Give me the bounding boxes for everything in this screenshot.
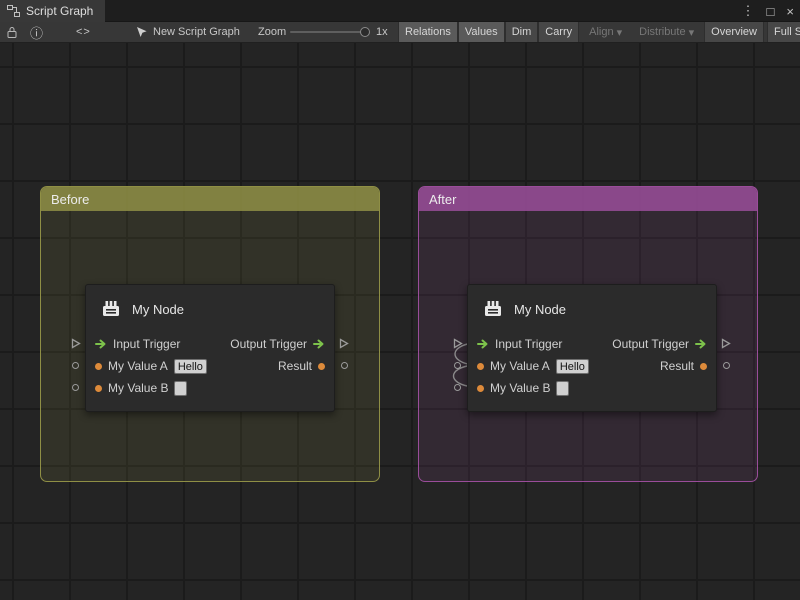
trigger-row: Input Trigger Output Trigger <box>86 333 334 355</box>
node-header[interactable]: My Node <box>86 285 334 333</box>
group-title: After <box>429 192 456 207</box>
window-menu-icon[interactable]: ⋮ <box>742 3 755 19</box>
align-dropdown[interactable]: Align ▾ <box>582 22 629 42</box>
output-trigger-port[interactable] <box>313 339 325 349</box>
external-trigger-in-port[interactable] <box>71 338 81 349</box>
dim-button[interactable]: Dim <box>505 22 539 42</box>
value-a-input[interactable]: Hello <box>174 359 207 374</box>
zoom-slider-knob[interactable] <box>360 27 370 37</box>
input-trigger-label: Input Trigger <box>495 337 562 351</box>
external-value-a-port[interactable] <box>454 362 461 369</box>
input-trigger-label: Input Trigger <box>113 337 180 351</box>
distribute-dropdown[interactable]: Distribute ▾ <box>632 22 701 42</box>
value-a-label: My Value A <box>490 359 550 373</box>
relations-button[interactable]: Relations <box>398 22 458 42</box>
zoom-slider[interactable] <box>290 22 368 42</box>
external-trigger-out-port[interactable] <box>721 338 731 349</box>
value-b-label: My Value B <box>108 381 168 395</box>
output-trigger-label: Output Trigger <box>612 337 689 351</box>
output-trigger-port[interactable] <box>695 339 707 349</box>
overview-button[interactable]: Overview <box>704 22 764 42</box>
external-value-b-port[interactable] <box>454 384 461 391</box>
value-b-row: My Value B <box>468 377 716 399</box>
script-graph-window: Script Graph ⋮ □ × ⓘ <> New Script Graph <box>0 0 800 600</box>
tab-script-graph[interactable]: Script Graph <box>0 0 105 22</box>
node-title: My Node <box>514 302 566 317</box>
node-title: My Node <box>132 302 184 317</box>
result-port[interactable] <box>700 363 707 370</box>
tab-title: Script Graph <box>26 4 93 18</box>
value-a-port[interactable] <box>477 363 484 370</box>
graph-selector[interactable]: New Script Graph <box>136 22 240 42</box>
chevron-down-icon: ▾ <box>689 26 695 39</box>
graph-toolbar: ⓘ <> New Script Graph Zoom 1x Relations <box>0 22 800 43</box>
trigger-row: Input Trigger Output Trigger <box>468 333 716 355</box>
node-header[interactable]: My Node <box>468 285 716 333</box>
group-before-header[interactable]: Before <box>41 187 379 211</box>
graph-name: New Script Graph <box>153 26 240 38</box>
graph-asset-icon <box>136 26 147 38</box>
lock-icon[interactable] <box>7 22 17 42</box>
external-result-port[interactable] <box>341 362 348 369</box>
code-icon[interactable]: <> <box>76 22 91 42</box>
zoom-slider-track[interactable] <box>290 31 368 33</box>
zoom-value: 1x <box>376 22 388 42</box>
script-graph-icon <box>7 5 20 17</box>
zoom-label: Zoom <box>258 22 286 42</box>
group-after-header[interactable]: After <box>419 187 757 211</box>
result-label: Result <box>660 359 694 373</box>
external-result-port[interactable] <box>723 362 730 369</box>
value-a-row: My Value A Hello Result <box>86 355 334 377</box>
result-label: Result <box>278 359 312 373</box>
external-value-a-port[interactable] <box>72 362 79 369</box>
value-b-input[interactable] <box>556 381 569 396</box>
external-value-b-port[interactable] <box>72 384 79 391</box>
value-a-port[interactable] <box>95 363 102 370</box>
chevron-down-icon: ▾ <box>617 26 623 39</box>
external-trigger-out-port[interactable] <box>339 338 349 349</box>
value-b-input[interactable] <box>174 381 187 396</box>
output-trigger-label: Output Trigger <box>230 337 307 351</box>
tab-strip: Script Graph ⋮ □ × <box>0 0 800 22</box>
value-a-row: My Value A Hello Result <box>468 355 716 377</box>
graph-canvas[interactable]: Before After My <box>0 43 800 600</box>
input-trigger-port[interactable] <box>95 339 107 349</box>
input-trigger-port[interactable] <box>477 339 489 349</box>
node-my-node-after[interactable]: My Node Input Trigger Output Trigger My … <box>467 284 717 412</box>
carry-button[interactable]: Carry <box>538 22 579 42</box>
value-b-port[interactable] <box>477 385 484 392</box>
result-port[interactable] <box>318 363 325 370</box>
value-b-row: My Value B <box>86 377 334 399</box>
flow-machine-icon <box>100 298 122 320</box>
toolbar-buttons: Relations Values Dim Carry Align ▾ Distr… <box>398 22 800 42</box>
close-icon[interactable]: × <box>786 4 794 19</box>
value-a-input[interactable]: Hello <box>556 359 589 374</box>
values-button[interactable]: Values <box>458 22 505 42</box>
external-trigger-in-port[interactable] <box>453 338 463 349</box>
maximize-icon[interactable]: □ <box>767 4 775 19</box>
group-title: Before <box>51 192 89 207</box>
value-b-label: My Value B <box>490 381 550 395</box>
flow-machine-icon <box>482 298 504 320</box>
value-b-port[interactable] <box>95 385 102 392</box>
node-my-node-before[interactable]: My Node Input Trigger Output Trigger My … <box>85 284 335 412</box>
window-controls: ⋮ □ × <box>742 0 794 22</box>
info-icon[interactable]: ⓘ <box>30 22 43 42</box>
value-a-label: My Value A <box>108 359 168 373</box>
fullscreen-button[interactable]: Full Screen <box>767 22 800 42</box>
